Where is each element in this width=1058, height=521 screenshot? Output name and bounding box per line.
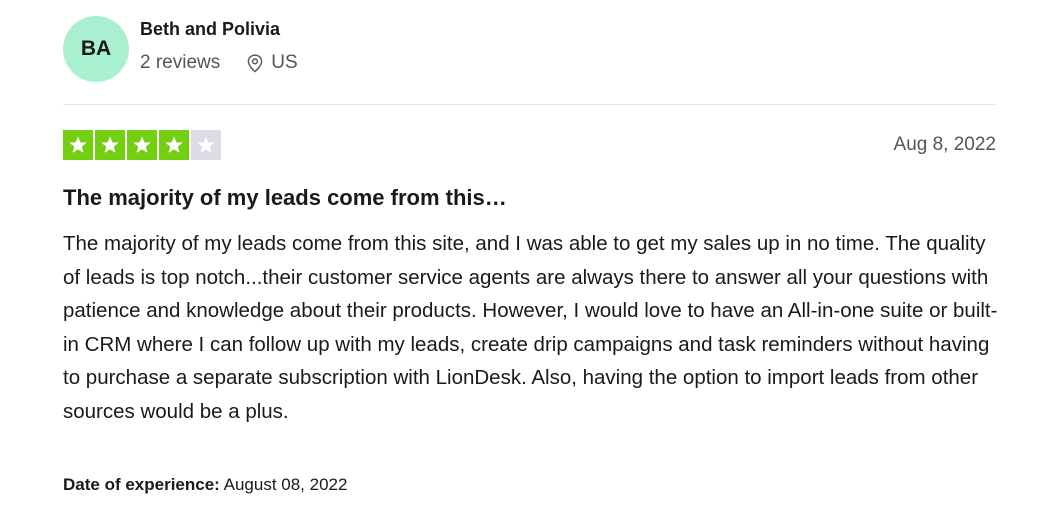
star-rating <box>63 130 221 160</box>
review-date: Aug 8, 2022 <box>893 134 996 155</box>
star-icon <box>127 130 157 160</box>
review-body: The majority of my leads come from this … <box>63 232 998 423</box>
header-divider <box>63 104 996 105</box>
review-title[interactable]: The majority of my leads come from this… <box>63 185 507 211</box>
star-icon <box>159 130 189 160</box>
experience-date: August 08, 2022 <box>219 475 348 494</box>
reviews-count: 2 reviews <box>140 52 221 73</box>
reviewer-meta: 2 reviews US <box>140 52 298 74</box>
star-icon <box>95 130 125 160</box>
reviewer-avatar[interactable]: BA <box>63 16 129 82</box>
date-of-experience: Date of experience: August 08, 2022 <box>63 475 347 495</box>
reviewer-name[interactable]: Beth and Polivia <box>140 19 280 40</box>
avatar-initials: BA <box>80 37 112 60</box>
star-icon <box>63 130 93 160</box>
experience-label: Date of experience: <box>63 475 220 494</box>
star-icon <box>191 130 221 160</box>
location-pin-icon <box>247 53 263 73</box>
reviewer-country: US <box>271 52 298 73</box>
